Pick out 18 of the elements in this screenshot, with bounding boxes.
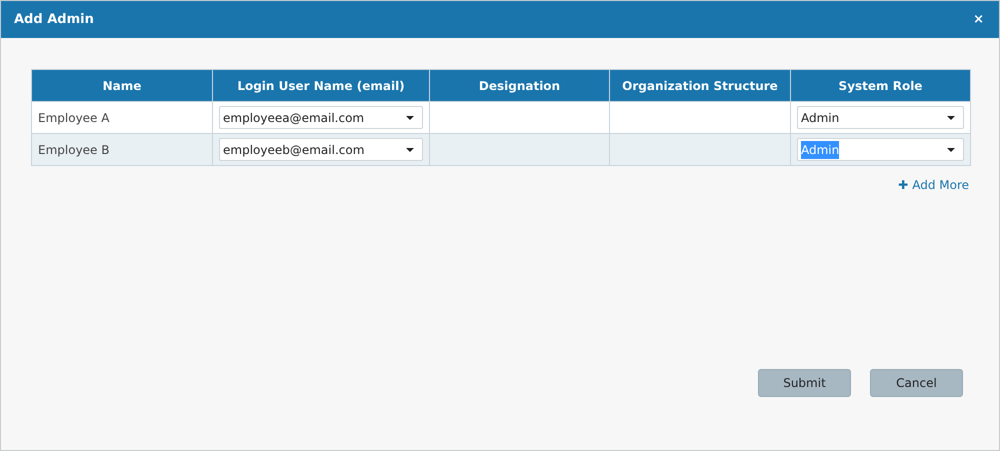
table-cell: Employee B: [32, 134, 212, 166]
caret-icon: [406, 148, 414, 152]
add-more-link[interactable]: ✚ Add More: [898, 176, 969, 194]
window-title: Add Admin: [14, 10, 94, 29]
column-header: Organization Structure: [610, 70, 790, 102]
caret-icon: [947, 116, 955, 120]
column-header: Name: [32, 70, 212, 102]
dropdown-field[interactable]: employeeb@email.com: [219, 138, 423, 161]
column-header: Designation: [430, 70, 610, 102]
caret-icon: [406, 116, 414, 120]
close-button[interactable]: ×: [973, 13, 986, 26]
column-header: System Role: [790, 70, 970, 102]
dialog-button[interactable]: Submit: [758, 369, 851, 397]
dropdown-field[interactable]: employeea@email.com: [219, 106, 423, 129]
dropdown-field[interactable]: Admin: [797, 106, 964, 129]
caret-icon: [947, 148, 955, 152]
dialog-button[interactable]: Cancel: [870, 369, 963, 397]
column-header: Login User Name (email): [212, 70, 430, 102]
